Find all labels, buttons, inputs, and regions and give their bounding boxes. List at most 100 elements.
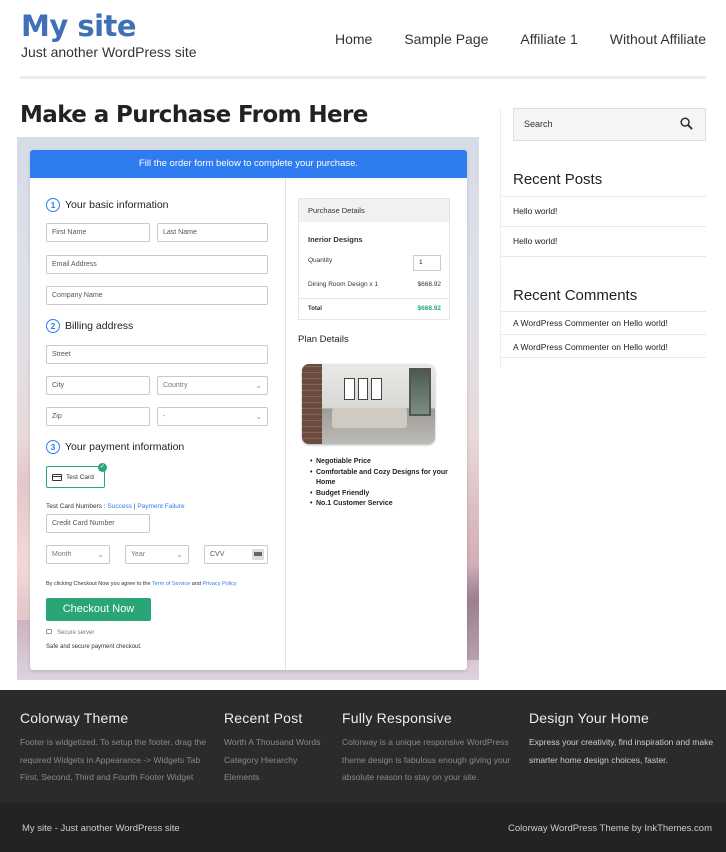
state-value: - <box>163 413 166 420</box>
section-title: Your basic information <box>65 199 169 211</box>
total-value: $668.92 <box>417 305 442 312</box>
nav-sample-page[interactable]: Sample Page <box>404 31 488 47</box>
chevron-down-icon: ⌄ <box>97 550 104 559</box>
quantity-label: Quantity <box>308 257 333 264</box>
chevron-down-icon: ⌄ <box>255 412 262 421</box>
card-number-input[interactable]: Credit Card Number <box>46 514 150 533</box>
section-title: Your payment information <box>65 441 185 453</box>
terms-of-service-link[interactable]: Term of Service <box>152 581 190 587</box>
comment-on: on <box>609 318 624 328</box>
nav-affiliate-1[interactable]: Affiliate 1 <box>520 31 577 47</box>
test-card-label: Test Card <box>66 473 94 481</box>
footer-heading: Design Your Home <box>529 710 649 726</box>
footer-link[interactable]: Worth A Thousand Words <box>224 734 334 752</box>
privacy-policy-link[interactable]: Privacy Policy <box>202 581 236 587</box>
form-banner: Fill the order form below to complete yo… <box>30 150 467 178</box>
comment-author-link[interactable]: A WordPress Commenter <box>513 342 609 352</box>
footer-link[interactable]: Elements <box>224 769 334 787</box>
comment-author-link[interactable]: A WordPress Commenter <box>513 318 609 328</box>
cvv-input[interactable]: CVV <box>204 545 268 564</box>
site-title[interactable]: My site <box>21 9 137 43</box>
email-input[interactable]: Email Address <box>46 255 268 274</box>
street-input[interactable]: Street <box>46 345 268 364</box>
payment-failure-link[interactable]: Payment Failure <box>137 503 184 510</box>
quantity-input[interactable]: 1 <box>413 255 441 271</box>
billing-heading: 2 Billing address <box>46 319 133 333</box>
chevron-down-icon: ⌄ <box>176 550 183 559</box>
comment-post-link[interactable]: Hello world! <box>623 342 667 352</box>
month-value: Month <box>52 551 72 558</box>
divider <box>299 298 449 299</box>
check-icon: ✓ <box>98 463 107 472</box>
footer-heading: Colorway Theme <box>20 710 129 726</box>
footer-col-colorway: Colorway Theme Footer is widgetized. To … <box>20 710 215 787</box>
country-value: Country <box>163 382 188 389</box>
last-name-input[interactable]: Last Name <box>157 223 268 242</box>
safe-checkout-note: Safe and secure payment checkout. <box>46 644 142 650</box>
main-nav: Home Sample Page Affiliate 1 Without Aff… <box>335 31 706 47</box>
brick-wall <box>302 364 322 444</box>
checkout-now-button[interactable]: Checkout Now <box>46 598 151 621</box>
site-tagline: Just another WordPress site <box>21 44 197 60</box>
total-label: Total <box>308 306 322 312</box>
nav-home[interactable]: Home <box>335 31 372 47</box>
card-back-icon <box>252 549 264 560</box>
nav-without-affiliate[interactable]: Without Affiliate <box>610 31 706 47</box>
recent-post-link[interactable]: Hello world! <box>513 236 557 246</box>
line-item-price: $668.92 <box>417 281 442 288</box>
section-title: Billing address <box>65 320 134 332</box>
step-number: 2 <box>46 319 60 333</box>
checkout-form-card: Fill the order form below to complete yo… <box>30 150 467 670</box>
search-input[interactable]: Search <box>513 108 706 141</box>
column-divider <box>285 178 286 670</box>
wall-art <box>344 378 383 400</box>
secure-server-label: Secure server <box>57 630 95 636</box>
credit-card-icon <box>52 473 62 481</box>
search-placeholder: Search <box>524 119 553 129</box>
test-numbers-label: Test Card Numbers : <box>46 503 108 510</box>
footer-link[interactable]: Category Hierarchy <box>224 752 334 770</box>
country-select[interactable]: Country ⌄ <box>157 376 268 395</box>
first-name-input[interactable]: First Name <box>46 223 150 242</box>
divider <box>501 256 706 257</box>
footer-bottom-bar: My site - Just another WordPress site Co… <box>0 803 726 852</box>
search-icon[interactable] <box>680 117 693 130</box>
month-select[interactable]: Month ⌄ <box>46 545 110 564</box>
basic-info-heading: 1 Your basic information <box>46 198 169 212</box>
header-divider <box>20 76 706 79</box>
site-header: My site Just another WordPress site Home… <box>0 0 726 80</box>
comment-post-link[interactable]: Hello world! <box>623 318 667 328</box>
divider <box>501 226 706 227</box>
footer-col-responsive: Fully Responsive Colorway is a unique re… <box>342 710 520 787</box>
footer-theme-credit[interactable]: Colorway WordPress Theme by InkThemes.co… <box>508 823 712 834</box>
footer-text: Colorway is a unique responsive WordPres… <box>342 737 511 782</box>
footer-site-credit[interactable]: My site - Just another WordPress site <box>22 823 180 834</box>
terms-text: By clicking Checkout Now you agree to th… <box>46 581 237 587</box>
window <box>409 368 431 416</box>
state-select[interactable]: - ⌄ <box>157 407 268 426</box>
secure-server: Secure server <box>46 629 94 636</box>
test-card-option[interactable]: Test Card <box>46 466 105 488</box>
recent-post-link[interactable]: Hello world! <box>513 206 557 216</box>
footer-widgets: Colorway Theme Footer is widgetized. To … <box>0 690 726 803</box>
test-card-numbers: Test Card Numbers : Success | Payment Fa… <box>46 503 185 510</box>
company-input[interactable]: Company Name <box>46 286 268 305</box>
city-input[interactable]: City <box>46 376 150 395</box>
purchase-details-heading: Purchase Details <box>299 199 449 222</box>
footer-text: Footer is widgetized. To setup the foote… <box>20 737 207 782</box>
footer-heading: Fully Responsive <box>342 710 452 726</box>
step-number: 1 <box>46 198 60 212</box>
lock-icon <box>46 629 52 634</box>
footer-heading: Recent Post <box>224 710 303 726</box>
product-name: Inerior Designs <box>308 235 363 244</box>
line-item-name: Dining Room Design x 1 <box>308 281 379 288</box>
footer-text: Express your creativity, find inspiratio… <box>529 737 714 765</box>
zip-input[interactable]: Zip <box>46 407 150 426</box>
year-select[interactable]: Year ⌄ <box>125 545 189 564</box>
recent-comment: A WordPress Commenter on Hello world! <box>513 318 668 328</box>
plan-features-list: Negotiable Price Comfortable and Cozy De… <box>310 457 456 510</box>
step-number: 3 <box>46 440 60 454</box>
success-link[interactable]: Success <box>107 503 132 510</box>
divider <box>501 357 706 358</box>
footer-col-recent-post: Recent Post Worth A Thousand Words Categ… <box>224 710 334 787</box>
